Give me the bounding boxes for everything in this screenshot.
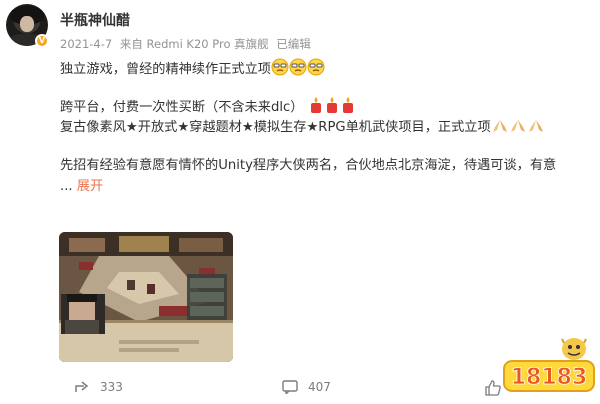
sweat-emoji-icon	[307, 58, 325, 76]
pray-emoji-icon	[528, 120, 543, 132]
post-line-5: ... 展开	[60, 176, 596, 197]
share-button[interactable]: 333	[74, 380, 123, 394]
sweat-emoji-icon	[271, 58, 289, 76]
comment-icon	[282, 380, 298, 394]
verified-badge-icon: V	[35, 34, 49, 48]
site-watermark-logo: 18183	[500, 335, 596, 399]
post-image[interactable]	[59, 232, 233, 362]
comment-button[interactable]: 407	[282, 380, 331, 394]
post-line-3-text: 复古像素风★开放式★穿越题材★模拟生存★RPG单机武侠项目，正式立项	[60, 120, 491, 135]
post-line-2-text: 跨平台，付费一次性买断（不含未来dlc）	[60, 100, 304, 115]
username[interactable]: 半瓶神仙醋	[60, 10, 130, 30]
post-date[interactable]: 2021-4-7	[60, 37, 112, 51]
post-meta: 2021-4-7 来自 Redmi K20 Pro 真旗舰 已编辑	[60, 36, 315, 52]
candle-emoji-icon	[326, 97, 337, 113]
post-source: 来自 Redmi K20 Pro 真旗舰	[119, 37, 269, 51]
post-line-2: 跨平台，付费一次性买断（不含未来dlc）	[60, 96, 596, 117]
comment-count: 407	[308, 380, 331, 394]
post-line-1: 独立游戏，曾经的精神续作正式立项	[60, 58, 596, 79]
pray-emoji-icon	[492, 120, 507, 132]
watermark-graphic: 18183	[503, 338, 595, 392]
avatar-face	[20, 16, 34, 32]
candle-emoji-icon	[342, 97, 353, 113]
share-count: 333	[100, 380, 123, 394]
sweat-emoji-icon	[289, 58, 307, 76]
post-text: 独立游戏，曾经的精神续作正式立项 跨平台，付费一次性买断（不含未来dlc） 复古…	[60, 58, 596, 197]
ellipsis: ...	[60, 179, 77, 194]
pixel-game-scene	[59, 232, 233, 362]
post-line-1-text: 独立游戏，曾经的精神续作正式立项	[60, 62, 271, 77]
pray-emoji-icon	[510, 120, 525, 132]
thumbs-up-icon	[485, 380, 501, 396]
edited-label[interactable]: 已编辑	[276, 37, 311, 51]
post-line-4: 先招有经验有意愿有情怀的Unity程序大侠两名，合伙地点北京海淀，待遇可谈，有意	[60, 158, 557, 173]
share-icon	[75, 381, 89, 392]
post-line-3: 复古像素风★开放式★穿越题材★模拟生存★RPG单机武侠项目，正式立项	[60, 117, 596, 138]
expand-link[interactable]: 展开	[77, 179, 103, 194]
watermark-text: 18183	[511, 365, 588, 390]
candle-emoji-icon	[310, 97, 321, 113]
